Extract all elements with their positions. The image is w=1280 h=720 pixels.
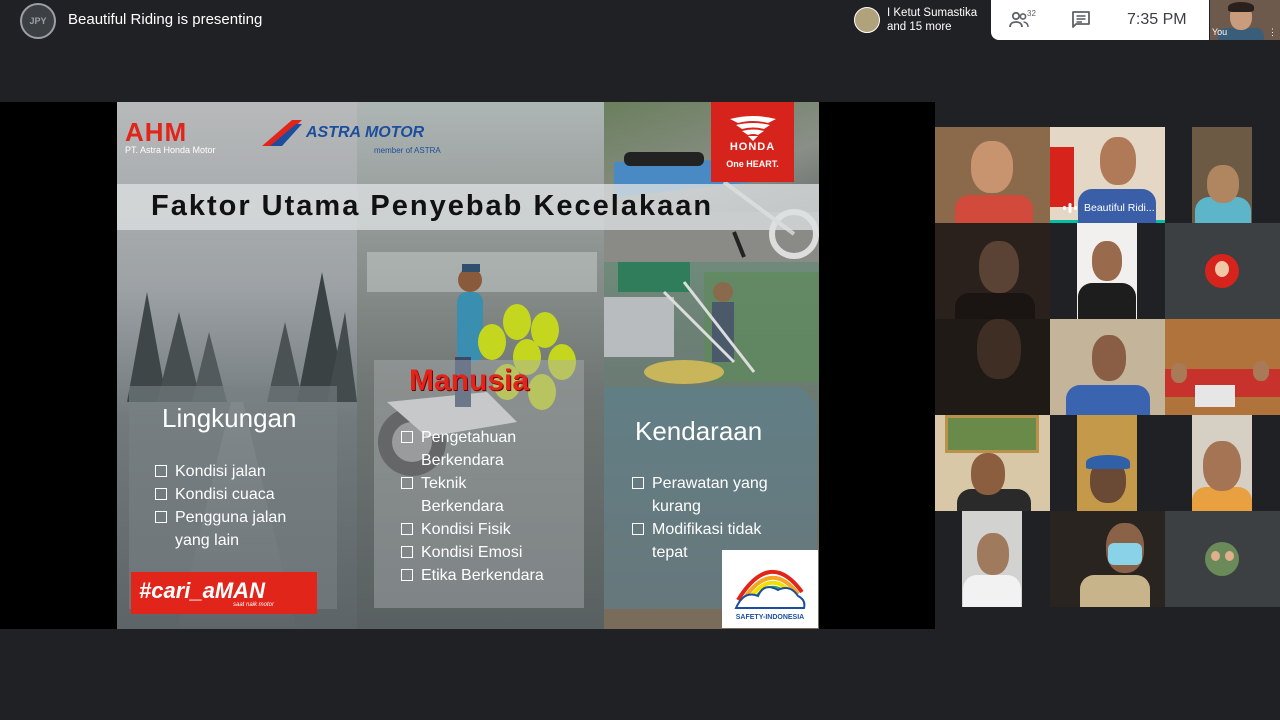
participant-face xyxy=(1207,165,1239,203)
avatar-face xyxy=(1225,551,1234,561)
honda-logo: HONDA One HEART. xyxy=(711,102,794,182)
honda-wing-icon xyxy=(729,116,776,141)
participants-chip-line1: I Ketut Sumastika xyxy=(887,7,978,19)
campaign-sub: saat naik motor xyxy=(233,602,275,608)
participant-tile[interactable] xyxy=(1165,511,1280,607)
safety-indonesia-logo: SAFETY-INDONESIA xyxy=(722,550,818,628)
participant-tile[interactable] xyxy=(1050,223,1165,319)
participant-face xyxy=(1100,137,1136,185)
list-item: Kondisi cuaca xyxy=(155,483,325,506)
participant-grid: Beautiful Ridi... xyxy=(935,127,1280,607)
meeting-controls-panel: 32 7:35 PM xyxy=(991,0,1209,40)
participant-face xyxy=(1171,363,1187,383)
section-heading-kendaraan: Kendaraan xyxy=(635,416,763,446)
clock: 7:35 PM xyxy=(1127,11,1187,28)
list-item: Kondisi Emosi xyxy=(401,541,551,564)
participant-tile[interactable] xyxy=(1165,319,1280,415)
honda-tagline: One HEART. xyxy=(726,159,779,169)
backdrop-banner xyxy=(1050,147,1074,207)
participant-face xyxy=(1092,241,1122,281)
astra-logo-text: ASTRA MOTOR xyxy=(306,124,425,141)
participant-tile[interactable] xyxy=(935,319,1050,415)
participants-chip-text: I Ketut Sumastika and 15 more xyxy=(887,6,977,34)
list-item: Etika Berkendara xyxy=(401,564,551,587)
presentation-stage: AHM PT. Astra Honda Motor ASTRA MOTOR me… xyxy=(0,102,935,629)
participant-tile[interactable] xyxy=(935,223,1050,319)
participant-hat xyxy=(1086,455,1130,469)
chopper-illustration xyxy=(604,262,819,384)
section-list-lingkungan: Kondisi jalan Kondisi cuaca Pengguna jal… xyxy=(155,460,325,552)
participant-face xyxy=(1253,361,1269,381)
ahm-logo-text: AHM xyxy=(125,117,188,147)
presenting-status: Beautiful Riding is presenting xyxy=(68,11,263,28)
speaking-indicator-icon xyxy=(1063,203,1077,213)
participant-face xyxy=(979,241,1019,293)
campaign-badge: #cari_aMAN saat naik motor xyxy=(131,572,317,614)
section-heading-lingkungan: Lingkungan xyxy=(162,403,297,433)
participant-body xyxy=(1066,385,1150,415)
honda-logo-text: HONDA xyxy=(729,141,776,153)
safety-logo-text: SAFETY-INDONESIA xyxy=(735,614,805,621)
participant-name: Beautiful Ridi... xyxy=(1084,202,1155,214)
avatar-face xyxy=(1211,551,1220,561)
participant-face xyxy=(1092,335,1126,381)
top-bar: JPY Beautiful Riding is presenting I Ket… xyxy=(0,0,1280,40)
participant-face xyxy=(971,141,1013,193)
participant-tile[interactable] xyxy=(1165,127,1280,223)
participant-tile[interactable] xyxy=(935,415,1050,511)
chat-button[interactable] xyxy=(1069,8,1093,32)
ahm-logo-sub: PT. Astra Honda Motor xyxy=(125,145,216,155)
participant-avatar xyxy=(1205,542,1239,576)
participant-tile[interactable] xyxy=(1165,415,1280,511)
participant-tile[interactable] xyxy=(1165,223,1280,319)
list-item: Kondisi jalan xyxy=(155,460,325,483)
list-item: Kondisi Fisik xyxy=(401,518,551,541)
participant-tile[interactable] xyxy=(1050,511,1165,607)
participant-body xyxy=(963,575,1021,607)
participant-body xyxy=(955,293,1035,319)
rainbow-icon xyxy=(734,570,806,609)
self-label: You xyxy=(1212,27,1228,37)
chat-icon xyxy=(1072,11,1090,28)
participant-face xyxy=(977,319,1021,379)
participant-tile[interactable] xyxy=(935,511,1050,607)
participant-avatar xyxy=(854,7,880,33)
participant-body xyxy=(1080,575,1150,607)
section-list-manusia: Pengetahuan Berkendara Teknik Berkendara… xyxy=(401,426,551,587)
participants-chip-line2: and 15 more xyxy=(887,21,952,33)
participant-tile[interactable] xyxy=(935,127,1050,223)
participant-face xyxy=(977,533,1009,575)
ahm-logo: AHM PT. Astra Honda Motor xyxy=(125,117,245,155)
list-item: Teknik Berkendara xyxy=(401,472,551,518)
slide-title: Faktor Utama Penyebab Kecelakaan xyxy=(151,190,714,222)
room-laptop xyxy=(1195,385,1235,407)
participant-body xyxy=(955,195,1033,223)
list-item: Perawatan yang kurang xyxy=(632,472,792,518)
astra-wing-icon xyxy=(262,120,302,146)
participant-tile[interactable] xyxy=(1050,415,1165,511)
list-item: Pengetahuan Berkendara xyxy=(401,426,551,472)
astra-motor-logo: ASTRA MOTOR member of ASTRA xyxy=(262,118,452,158)
participant-face xyxy=(971,453,1005,495)
trees-illustration xyxy=(127,272,357,402)
presenter-avatar: JPY xyxy=(20,3,56,39)
face-mask xyxy=(1108,543,1142,565)
wall-painting xyxy=(945,415,1039,453)
more-options-icon[interactable]: ⋮ xyxy=(1268,27,1277,38)
astra-logo-sub: member of ASTRA xyxy=(374,146,441,155)
participant-face xyxy=(1203,441,1241,491)
participant-tile-active[interactable]: Beautiful Ridi... xyxy=(1050,127,1165,223)
avatar-face xyxy=(1215,261,1229,277)
people-count: 32 xyxy=(1027,9,1036,18)
self-video-tile[interactable]: You ⋮ xyxy=(1210,0,1280,40)
participant-tile[interactable] xyxy=(1050,319,1165,415)
presentation-slide: AHM PT. Astra Honda Motor ASTRA MOTOR me… xyxy=(117,102,819,629)
campaign-text: #cari_aMAN xyxy=(139,578,265,603)
self-hair xyxy=(1228,2,1254,12)
list-item: Pengguna jalan yang lain xyxy=(155,506,325,552)
participant-body xyxy=(1078,283,1136,319)
section-heading-manusia: Manusia xyxy=(409,364,530,397)
participants-chip[interactable]: I Ketut Sumastika and 15 more xyxy=(848,0,990,40)
